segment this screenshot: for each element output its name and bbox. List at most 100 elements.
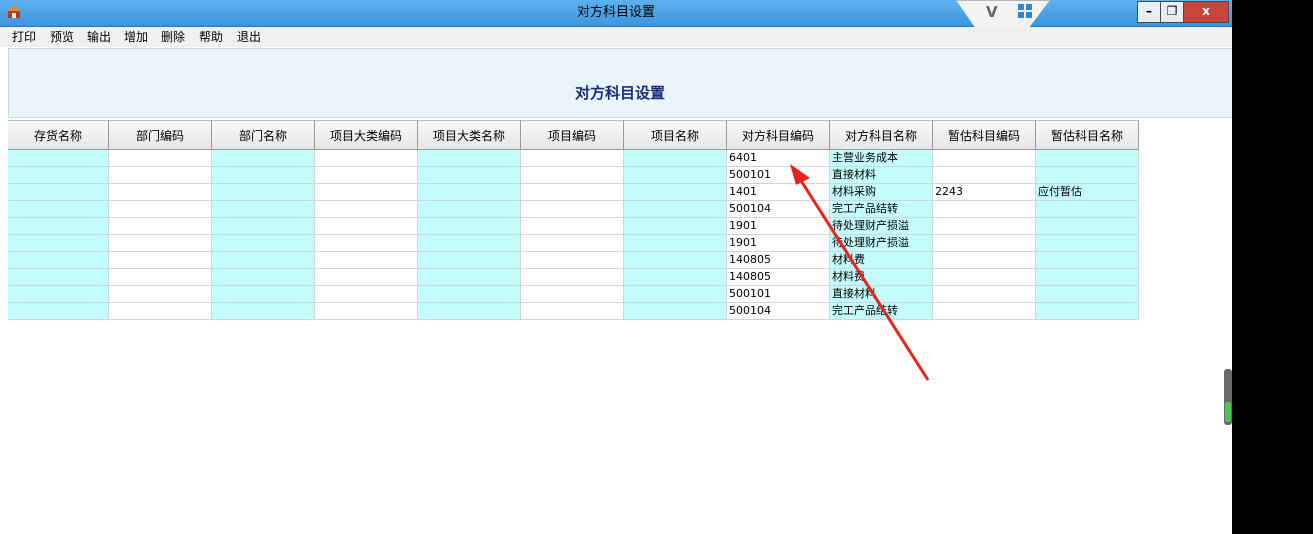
col-header-estimate-subject-code[interactable]: 暂估科目编码 bbox=[933, 120, 1036, 150]
cell-project-class-code[interactable] bbox=[315, 167, 418, 184]
cell-project-class-name[interactable] bbox=[418, 184, 521, 201]
cell-project-class-name[interactable] bbox=[418, 303, 521, 320]
cell-counter-subject-name[interactable]: 待处理财产损溢 bbox=[830, 218, 933, 235]
cell-dept-name[interactable] bbox=[212, 303, 315, 320]
table-row[interactable]: 1901 待处理财产损溢 bbox=[8, 235, 1139, 252]
cell-dept-name[interactable] bbox=[212, 269, 315, 286]
cell-dept-code[interactable] bbox=[109, 218, 212, 235]
cell-counter-subject-code[interactable]: 140805 bbox=[727, 269, 830, 286]
col-header-project-code[interactable]: 项目编码 bbox=[521, 120, 624, 150]
table-row[interactable]: 6401 主营业务成本 bbox=[8, 150, 1139, 167]
cell-project-class-code[interactable] bbox=[315, 218, 418, 235]
cell-counter-subject-name[interactable]: 直接材料 bbox=[830, 286, 933, 303]
cell-dept-name[interactable] bbox=[212, 150, 315, 167]
table-row[interactable]: 1901 待处理财产损溢 bbox=[8, 218, 1139, 235]
cell-project-class-code[interactable] bbox=[315, 269, 418, 286]
cell-project-class-code[interactable] bbox=[315, 235, 418, 252]
cell-project-class-name[interactable] bbox=[418, 218, 521, 235]
cell-counter-subject-code[interactable]: 500101 bbox=[727, 286, 830, 303]
table-row[interactable]: 1401 材料采购 2243 应付暂估 bbox=[8, 184, 1139, 201]
cell-estimate-subject-code[interactable] bbox=[933, 218, 1036, 235]
cell-dept-code[interactable] bbox=[109, 167, 212, 184]
cell-counter-subject-name[interactable]: 材料费 bbox=[830, 269, 933, 286]
cell-inventory-name[interactable] bbox=[8, 167, 109, 184]
cell-project-code[interactable] bbox=[521, 269, 624, 286]
cell-estimate-subject-name[interactable] bbox=[1036, 252, 1139, 269]
cell-dept-name[interactable] bbox=[212, 286, 315, 303]
cell-dept-code[interactable] bbox=[109, 303, 212, 320]
menu-add[interactable]: 增加 bbox=[124, 27, 148, 47]
cell-estimate-subject-code[interactable] bbox=[933, 269, 1036, 286]
cell-counter-subject-code[interactable]: 500104 bbox=[727, 303, 830, 320]
grid-logo-icon[interactable] bbox=[1018, 4, 1032, 18]
cell-counter-subject-name[interactable]: 完工产品结转 bbox=[830, 201, 933, 218]
cell-project-class-code[interactable] bbox=[315, 286, 418, 303]
menu-print[interactable]: 打印 bbox=[12, 27, 36, 47]
table-row[interactable]: 140805 材料费 bbox=[8, 252, 1139, 269]
menu-help[interactable]: 帮助 bbox=[199, 27, 223, 47]
col-header-estimate-subject-name[interactable]: 暂估科目名称 bbox=[1036, 120, 1139, 150]
cell-project-name[interactable] bbox=[624, 167, 727, 184]
cell-project-code[interactable] bbox=[521, 201, 624, 218]
cell-dept-code[interactable] bbox=[109, 235, 212, 252]
cell-project-name[interactable] bbox=[624, 235, 727, 252]
cell-inventory-name[interactable] bbox=[8, 286, 109, 303]
cell-counter-subject-name[interactable]: 材料采购 bbox=[830, 184, 933, 201]
col-header-dept-name[interactable]: 部门名称 bbox=[212, 120, 315, 150]
cell-project-name[interactable] bbox=[624, 184, 727, 201]
cell-project-code[interactable] bbox=[521, 218, 624, 235]
cell-estimate-subject-code[interactable] bbox=[933, 286, 1036, 303]
cell-estimate-subject-name[interactable] bbox=[1036, 235, 1139, 252]
menu-export[interactable]: 输出 bbox=[87, 27, 111, 47]
col-header-inventory-name[interactable]: 存货名称 bbox=[8, 120, 109, 150]
cell-project-class-code[interactable] bbox=[315, 150, 418, 167]
col-header-dept-code[interactable]: 部门编码 bbox=[109, 120, 212, 150]
cell-counter-subject-code[interactable]: 1401 bbox=[727, 184, 830, 201]
cell-project-class-name[interactable] bbox=[418, 269, 521, 286]
cell-dept-name[interactable] bbox=[212, 218, 315, 235]
cell-dept-name[interactable] bbox=[212, 184, 315, 201]
table-row[interactable]: 500104 完工产品结转 bbox=[8, 201, 1139, 218]
cell-inventory-name[interactable] bbox=[8, 218, 109, 235]
col-header-counter-subject-code[interactable]: 对方科目编码 bbox=[727, 120, 830, 150]
cell-project-code[interactable] bbox=[521, 303, 624, 320]
cell-counter-subject-name[interactable]: 主营业务成本 bbox=[830, 150, 933, 167]
cell-project-code[interactable] bbox=[521, 150, 624, 167]
cell-project-class-name[interactable] bbox=[418, 150, 521, 167]
cell-counter-subject-name[interactable]: 材料费 bbox=[830, 252, 933, 269]
cell-estimate-subject-name[interactable]: 应付暂估 bbox=[1036, 184, 1139, 201]
cell-project-name[interactable] bbox=[624, 269, 727, 286]
cell-estimate-subject-code[interactable] bbox=[933, 235, 1036, 252]
cell-counter-subject-code[interactable]: 500101 bbox=[727, 167, 830, 184]
cell-counter-subject-name[interactable]: 完工产品结转 bbox=[830, 303, 933, 320]
cell-estimate-subject-name[interactable] bbox=[1036, 286, 1139, 303]
cell-estimate-subject-name[interactable] bbox=[1036, 269, 1139, 286]
cell-estimate-subject-name[interactable] bbox=[1036, 218, 1139, 235]
cell-project-name[interactable] bbox=[624, 286, 727, 303]
cell-estimate-subject-name[interactable] bbox=[1036, 167, 1139, 184]
cell-estimate-subject-code[interactable]: 2243 bbox=[933, 184, 1036, 201]
menu-preview[interactable]: 预览 bbox=[50, 27, 74, 47]
cell-project-code[interactable] bbox=[521, 286, 624, 303]
cell-estimate-subject-code[interactable] bbox=[933, 201, 1036, 218]
menu-exit[interactable]: 退出 bbox=[237, 27, 261, 47]
cell-project-code[interactable] bbox=[521, 184, 624, 201]
cell-project-class-name[interactable] bbox=[418, 201, 521, 218]
cell-project-code[interactable] bbox=[521, 235, 624, 252]
col-header-project-name[interactable]: 项目名称 bbox=[624, 120, 727, 150]
cell-counter-subject-name[interactable]: 直接材料 bbox=[830, 167, 933, 184]
restore-button[interactable]: ❐ bbox=[1160, 1, 1184, 23]
title-bar[interactable]: 对方科目设置 V – ❐ x bbox=[0, 0, 1232, 30]
cell-counter-subject-code[interactable]: 140805 bbox=[727, 252, 830, 269]
cell-inventory-name[interactable] bbox=[8, 201, 109, 218]
cell-project-class-code[interactable] bbox=[315, 252, 418, 269]
cell-counter-subject-code[interactable]: 1901 bbox=[727, 218, 830, 235]
cell-estimate-subject-code[interactable] bbox=[933, 252, 1036, 269]
cell-estimate-subject-code[interactable] bbox=[933, 303, 1036, 320]
cell-estimate-subject-code[interactable] bbox=[933, 167, 1036, 184]
cell-inventory-name[interactable] bbox=[8, 252, 109, 269]
cell-project-name[interactable] bbox=[624, 201, 727, 218]
col-header-counter-subject-name[interactable]: 对方科目名称 bbox=[830, 120, 933, 150]
cell-estimate-subject-name[interactable] bbox=[1036, 201, 1139, 218]
cell-project-class-name[interactable] bbox=[418, 252, 521, 269]
